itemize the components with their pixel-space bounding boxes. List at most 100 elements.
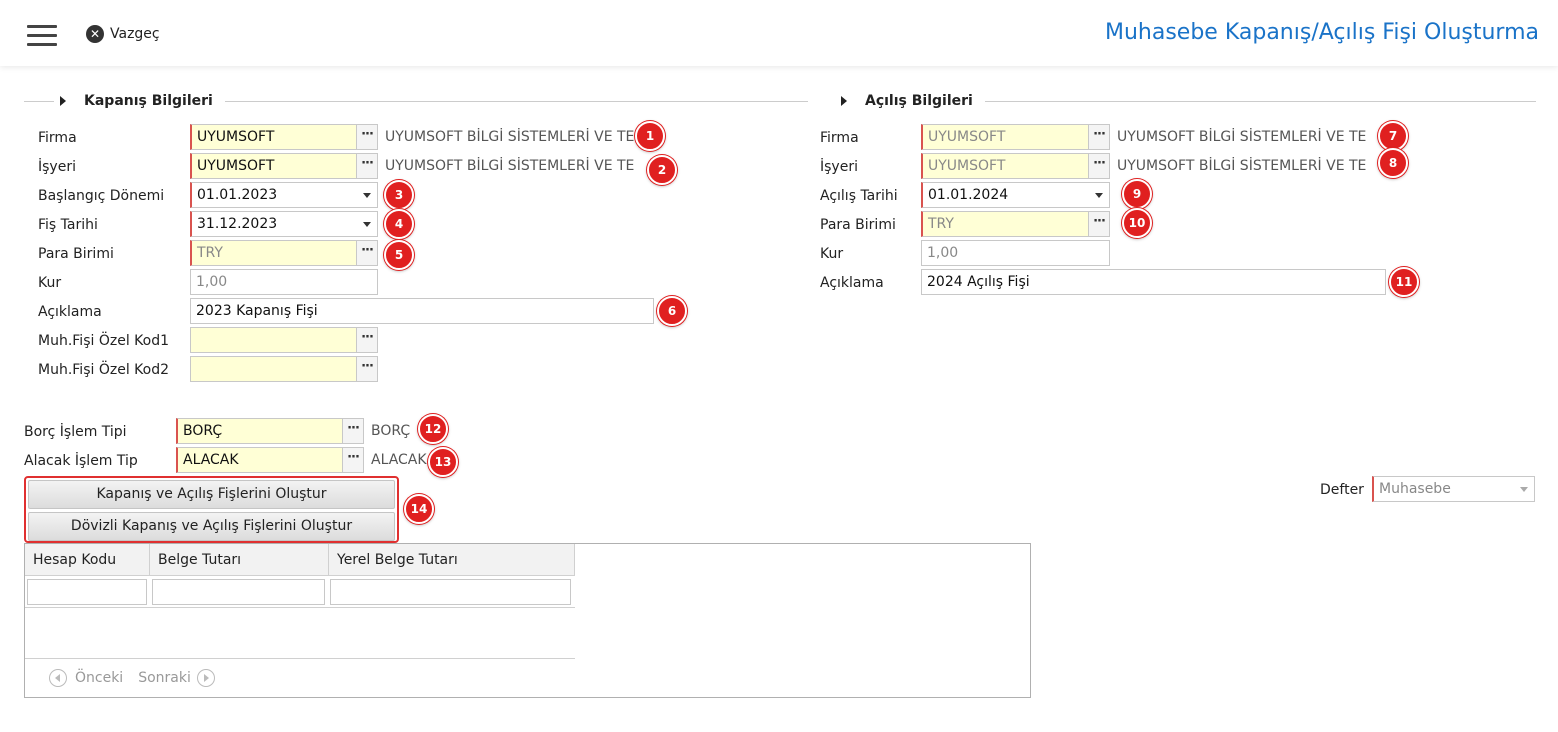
debit-type-value[interactable]: BORÇ — [178, 419, 342, 443]
ellipsis-icon[interactable]: ··· — [356, 357, 377, 381]
chevron-down-icon[interactable] — [357, 212, 377, 236]
ledger-value[interactable]: Muhasebe — [1374, 477, 1514, 501]
debit-type-field[interactable]: BORÇ ··· — [176, 418, 364, 444]
closing-voucher-date-select[interactable]: 31.12.2023 — [190, 211, 378, 237]
closing-special-code1-field[interactable]: ··· — [190, 327, 378, 353]
closing-rate-value[interactable]: 1,00 — [191, 270, 377, 294]
chevron-left-icon[interactable] — [49, 669, 67, 687]
closing-special-code1-value[interactable] — [191, 328, 356, 352]
annotation-badge: 9 — [1122, 179, 1152, 209]
ellipsis-icon[interactable]: ··· — [356, 241, 377, 265]
column-header[interactable]: Belge Tutarı — [150, 544, 329, 576]
closing-isyeri-value[interactable]: UYUMSOFT — [192, 154, 356, 178]
closing-special-code1-label: Muh.Fişi Özel Kod1 — [38, 333, 169, 349]
opening-currency-value[interactable]: TRY — [923, 212, 1088, 236]
credit-type-value[interactable]: ALACAK — [178, 448, 342, 472]
closing-firma-label: Firma — [38, 130, 77, 146]
pager-next[interactable]: Sonraki — [138, 670, 191, 686]
ledger-select[interactable]: Muhasebe — [1372, 476, 1535, 502]
chevron-down-icon[interactable] — [357, 183, 377, 207]
opening-rate-field[interactable]: 1,00 — [921, 240, 1110, 266]
ellipsis-icon[interactable]: ··· — [356, 125, 377, 149]
grid-header: Hesap Kodu Belge Tutarı Yerel Belge Tuta… — [25, 544, 575, 576]
closing-start-period-value[interactable]: 01.01.2023 — [192, 183, 357, 207]
opening-section-title: Açılış Bilgileri — [865, 93, 981, 109]
chevron-right-icon[interactable] — [196, 669, 215, 687]
ellipsis-icon[interactable]: ··· — [356, 328, 377, 352]
ellipsis-icon[interactable]: ··· — [1088, 125, 1109, 149]
closing-currency-field[interactable]: TRY ··· — [190, 240, 378, 266]
annotation-badge: 14 — [404, 494, 434, 524]
opening-firma-field[interactable]: UYUMSOFT ··· — [921, 124, 1110, 150]
closing-firma-description: UYUMSOFT BİLGİ SİSTEMLERİ VE TE — [385, 129, 635, 145]
chevron-down-icon[interactable] — [1089, 183, 1109, 207]
annotation-badge: 8 — [1378, 148, 1408, 178]
closing-voucher-date-value[interactable]: 31.12.2023 — [192, 212, 357, 236]
close-circle-icon: ✕ — [86, 25, 104, 43]
closing-isyeri-field[interactable]: UYUMSOFT ··· — [190, 153, 378, 179]
debit-type-description: BORÇ — [371, 423, 411, 439]
closing-firma-field[interactable]: UYUMSOFT ··· — [190, 124, 378, 150]
ellipsis-icon[interactable]: ··· — [356, 154, 377, 178]
closing-currency-label: Para Birimi — [38, 246, 114, 262]
ellipsis-icon[interactable]: ··· — [1088, 154, 1109, 178]
cancel-label: Vazgeç — [110, 26, 160, 42]
annotation-badge: 13 — [428, 447, 458, 477]
annotation-badge: 1 — [635, 121, 665, 151]
closing-start-period-select[interactable]: 01.01.2023 — [190, 182, 378, 208]
opening-rate-value[interactable]: 1,00 — [922, 241, 1109, 265]
create-fx-vouchers-button[interactable]: Dövizli Kapanış ve Açılış Fişlerini Oluş… — [28, 512, 395, 541]
closing-firma-value[interactable]: UYUMSOFT — [192, 125, 356, 149]
closing-description-field[interactable]: 2023 Kapanış Fişi — [190, 298, 654, 324]
ellipsis-icon[interactable]: ··· — [342, 448, 363, 472]
closing-isyeri-description: UYUMSOFT BİLGİ SİSTEMLERİ VE TE — [385, 158, 635, 174]
credit-type-field[interactable]: ALACAK ··· — [176, 447, 364, 473]
annotation-badge: 3 — [384, 180, 414, 210]
column-header[interactable]: Yerel Belge Tutarı — [329, 544, 575, 576]
credit-type-description: ALACAK — [371, 452, 427, 468]
page-title: Muhasebe Kapanış/Açılış Fişi Oluşturma — [1105, 20, 1539, 45]
column-header[interactable]: Hesap Kodu — [25, 544, 150, 576]
hamburger-menu-icon[interactable] — [27, 25, 57, 47]
caret-right-icon — [841, 96, 847, 106]
action-buttons-group: Kapanış ve Açılış Fişlerini Oluştur Dövi… — [24, 476, 399, 543]
grid-footer-divider — [25, 658, 575, 659]
annotation-badge: 12 — [418, 414, 448, 444]
opening-isyeri-field[interactable]: UYUMSOFT ··· — [921, 153, 1110, 179]
opening-firma-value[interactable]: UYUMSOFT — [923, 125, 1088, 149]
closing-currency-value[interactable]: TRY — [192, 241, 356, 265]
ledger-label: Defter — [1320, 482, 1364, 498]
opening-isyeri-value[interactable]: UYUMSOFT — [923, 154, 1088, 178]
closing-special-code2-value[interactable] — [191, 357, 356, 381]
closing-special-code2-field[interactable]: ··· — [190, 356, 378, 382]
accounts-grid: Hesap Kodu Belge Tutarı Yerel Belge Tuta… — [24, 543, 1031, 698]
chevron-down-icon[interactable] — [1514, 477, 1534, 501]
opening-section-header[interactable]: Açılış Bilgileri — [841, 91, 981, 111]
opening-currency-field[interactable]: TRY ··· — [921, 211, 1110, 237]
filter-input[interactable] — [330, 579, 571, 605]
opening-firma-description: UYUMSOFT BİLGİ SİSTEMLERİ VE TE — [1117, 129, 1367, 145]
opening-date-label: Açılış Tarihi — [820, 188, 898, 204]
closing-section-header[interactable]: Kapanış Bilgileri — [60, 91, 221, 111]
section-divider — [985, 101, 1536, 102]
opening-date-value[interactable]: 01.01.2024 — [923, 183, 1089, 207]
filter-input[interactable] — [152, 579, 325, 605]
pager: Önceki Sonraki — [49, 669, 215, 687]
cancel-button[interactable]: ✕ Vazgeç — [86, 25, 160, 43]
opening-description-field[interactable]: 2024 Açılış Fişi — [921, 269, 1386, 295]
closing-rate-field[interactable]: 1,00 — [190, 269, 378, 295]
closing-description-value[interactable]: 2023 Kapanış Fişi — [191, 299, 653, 323]
opening-date-select[interactable]: 01.01.2024 — [921, 182, 1110, 208]
opening-isyeri-label: İşyeri — [820, 159, 858, 175]
create-vouchers-button[interactable]: Kapanış ve Açılış Fişlerini Oluştur — [28, 480, 395, 509]
annotation-badge: 5 — [384, 240, 414, 270]
closing-section-title: Kapanış Bilgileri — [84, 93, 221, 109]
opening-rate-label: Kur — [820, 246, 844, 262]
closing-description-label: Açıklama — [38, 304, 102, 320]
section-divider — [24, 101, 54, 102]
opening-description-value[interactable]: 2024 Açılış Fişi — [922, 270, 1385, 294]
ellipsis-icon[interactable]: ··· — [342, 419, 363, 443]
pager-prev[interactable]: Önceki — [75, 670, 123, 686]
ellipsis-icon[interactable]: ··· — [1088, 212, 1109, 236]
filter-input[interactable] — [27, 579, 147, 605]
